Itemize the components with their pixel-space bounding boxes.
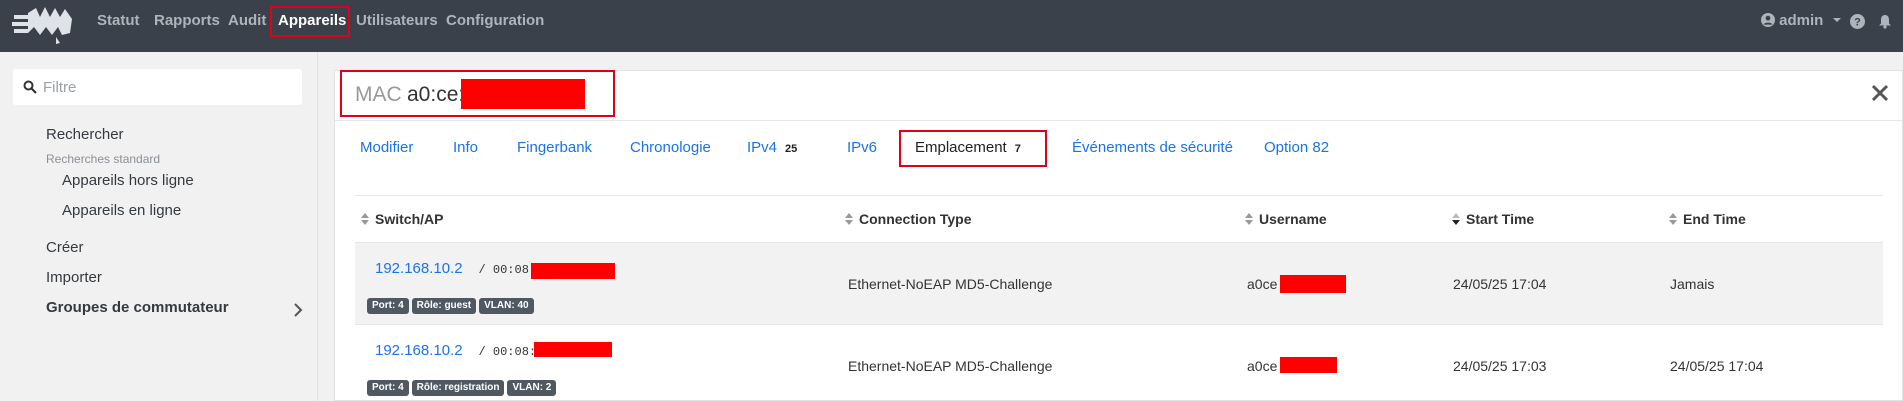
row-badges: Port: 4 Rôle: guest VLAN: 40 [367,295,537,314]
tab-ipv6[interactable]: IPv6 [847,122,877,174]
start-time-cell: 24/05/25 17:04 [1453,276,1547,292]
sidebar-item-switch-groups[interactable]: Groupes de commutateur [46,299,229,316]
start-time-cell: 24/05/25 17:03 [1453,358,1547,374]
sort-icon [1245,213,1253,225]
top-navbar: Statut Rapports Audit Appareils Utilisat… [0,0,1903,52]
sidebar-item-offline-devices[interactable]: Appareils hors ligne [62,172,194,189]
close-icon[interactable] [1870,83,1890,103]
sidebar-item-importer[interactable]: Importer [46,269,102,286]
table-row[interactable]: 192.168.10.2 / 00:08: Port: 4 Rôle: guest… [355,243,1883,325]
tab-option-82[interactable]: Option 82 [1264,122,1329,174]
username-cell: a0ce [1247,276,1278,292]
device-title-bar: MAC a0:ce: [335,70,1902,121]
tab-modifier[interactable]: Modifier [360,122,413,174]
switch-ap-cell: 192.168.10.2 / 00:08: [375,260,536,277]
device-tabs: Modifier Info Fingerbank Chronologie IPv… [335,122,1902,174]
filter-input[interactable] [43,69,293,105]
user-name: admin [1779,12,1824,29]
redaction-mark [1280,357,1337,373]
chevron-right-icon[interactable] [293,302,303,318]
port-badge: Port: 4 [367,380,409,396]
redaction-mark [461,79,585,109]
column-header-start-time[interactable]: Start Time [1452,211,1534,227]
tab-count-badge: 25 [785,143,798,155]
caret-down-icon [1832,18,1841,22]
role-badge: Rôle: guest [411,298,477,314]
end-time-cell: Jamais [1670,276,1715,292]
sidebar-item-creer[interactable]: Créer [46,239,84,256]
bell-icon[interactable] [1878,14,1892,29]
column-header-connection-type[interactable]: Connection Type [845,211,972,227]
redaction-mark [1280,275,1346,293]
connection-type-cell: Ethernet-NoEAP MD5-Challenge [848,276,1053,292]
redaction-mark [531,263,615,279]
svg-text:?: ? [1854,17,1861,29]
packetfence-logo-icon[interactable] [12,5,76,45]
nav-utilisateurs[interactable]: Utilisateurs [356,0,438,42]
nav-appareils[interactable]: Appareils [278,0,346,42]
switch-ip-link[interactable]: 192.168.10.2 [375,260,463,277]
nav-rapports[interactable]: Rapports [154,0,220,42]
sort-icon [845,213,853,225]
end-time-cell: 24/05/25 17:04 [1670,358,1764,374]
user-menu[interactable]: admin [1761,0,1842,42]
switch-mac: / 00:08: [478,263,537,277]
filter-box [13,69,302,105]
port-badge: Port: 4 [367,298,409,314]
redaction-mark [534,342,612,357]
role-badge: Rôle: registration [411,380,505,396]
tab-ipv4[interactable]: IPv4 25 [747,122,797,174]
connection-type-cell: Ethernet-NoEAP MD5-Challenge [848,358,1053,374]
mac-value: a0:ce: [407,83,465,106]
sidebar-item-rechercher[interactable]: Rechercher [46,126,124,143]
switch-ap-cell: 192.168.10.2 / 00:08: [375,342,536,359]
tab-info[interactable]: Info [453,122,478,174]
nav-configuration[interactable]: Configuration [446,0,544,42]
nav-statut[interactable]: Statut [97,0,140,42]
column-header-username[interactable]: Username [1245,211,1327,227]
device-panel: MAC a0:ce: Modifier Info Fingerbank Chro… [334,70,1903,401]
tab-chronologie[interactable]: Chronologie [630,122,711,174]
vlan-badge: VLAN: 2 [507,380,557,396]
sidebar-section-standard-searches: Recherches standard [46,152,161,166]
column-header-switch-ap[interactable]: Switch/AP [361,211,443,227]
sort-icon [361,213,369,225]
sort-desc-icon [1452,213,1460,225]
sidebar: Rechercher Recherches standard Appareils… [0,52,318,401]
help-icon[interactable]: ? [1850,14,1865,29]
column-header-end-time[interactable]: End Time [1669,211,1746,227]
sort-icon [1669,213,1677,225]
switch-mac: / 00:08: [478,345,537,359]
table-header: Switch/AP Connection Type Username Start… [355,195,1883,243]
tab-security-events[interactable]: Événements de sécurité [1072,122,1233,174]
mac-label: MAC [355,83,402,106]
row-badges: Port: 4 Rôle: registration VLAN: 2 [367,377,559,396]
user-icon [1761,13,1775,27]
search-icon [23,80,37,94]
table-row[interactable]: 192.168.10.2 / 00:08: Port: 4 Rôle: regis… [355,325,1883,401]
vlan-badge: VLAN: 40 [479,298,534,314]
username-cell: a0ce [1247,358,1278,374]
tab-count-badge: 7 [1014,143,1021,155]
nav-audit[interactable]: Audit [228,0,266,42]
sidebar-item-online-devices[interactable]: Appareils en ligne [62,202,181,219]
tab-emplacement[interactable]: Emplacement 7 [915,122,1021,174]
switch-ip-link[interactable]: 192.168.10.2 [375,342,463,359]
tab-fingerbank[interactable]: Fingerbank [517,122,592,174]
